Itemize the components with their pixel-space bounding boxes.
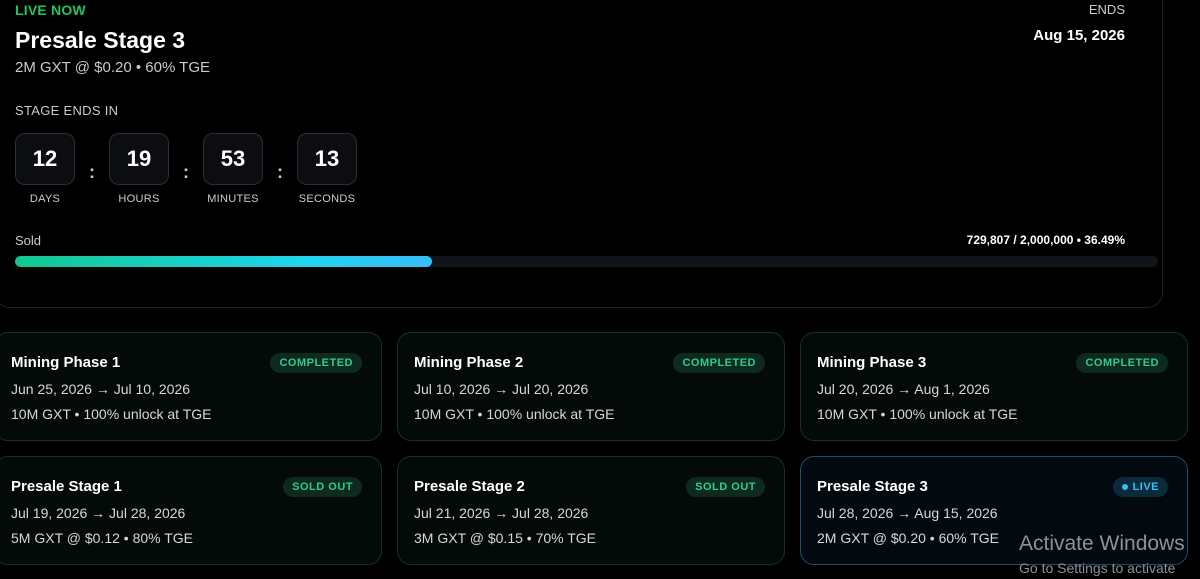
stage-card-presale-stage-3[interactable]: Presale Stage 3 LIVE Jul 28, 2026 → Aug … <box>800 456 1188 565</box>
countdown-days: 12 DAYS <box>15 133 75 205</box>
countdown-minutes-value: 53 <box>203 133 263 185</box>
stage-card-presale-stage-2[interactable]: Presale Stage 2 SOLD OUT Jul 21, 2026 → … <box>397 456 785 565</box>
stage-card-title: Presale Stage 2 <box>414 478 525 495</box>
status-badge-label: LIVE <box>1132 481 1159 493</box>
countdown-hours: 19 HOURS <box>109 133 169 205</box>
countdown-seconds-value: 13 <box>297 133 357 185</box>
live-dot-icon <box>1121 484 1128 490</box>
countdown-days-value: 12 <box>15 133 75 185</box>
stage-card-info: 10M GXT • 100% unlock at TGE <box>11 406 212 422</box>
stage-card-info: 10M GXT • 100% unlock at TGE <box>414 406 615 422</box>
status-badge: SOLD OUT <box>686 477 765 497</box>
stage-title: Presale Stage 3 <box>15 27 186 53</box>
stage-card-dates: Jul 28, 2026 → Aug 15, 2026 <box>817 505 998 521</box>
countdown-seconds-label: SECONDS <box>298 193 356 205</box>
countdown-separator: : <box>89 161 95 182</box>
status-badge-live: LIVE <box>1112 477 1168 497</box>
stage-card-dates: Jul 20, 2026 → Aug 1, 2026 <box>817 381 990 397</box>
stage-card-info: 2M GXT @ $0.20 • 60% TGE <box>817 530 1000 546</box>
presale-page: LIVE NOW Presale Stage 3 2M GXT @ $0.20 … <box>0 0 1200 579</box>
countdown-hours-value: 19 <box>109 133 169 185</box>
stage-card-dates: Jul 10, 2026 → Jul 20, 2026 <box>414 381 589 397</box>
stage-card-presale-stage-1[interactable]: Presale Stage 1 SOLD OUT Jul 19, 2026 → … <box>0 456 382 565</box>
countdown-separator: : <box>277 161 283 182</box>
stage-card-info: 5M GXT @ $0.12 • 80% TGE <box>11 530 194 546</box>
stage-card-mining-phase-1[interactable]: Mining Phase 1 COMPLETED Jun 25, 2026 → … <box>0 332 382 441</box>
sold-progress-bar <box>15 256 1158 267</box>
stage-card-mining-phase-3[interactable]: Mining Phase 3 COMPLETED Jul 20, 2026 → … <box>800 332 1188 441</box>
stage-card-info: 10M GXT • 100% unlock at TGE <box>817 406 1018 422</box>
status-badge: COMPLETED <box>673 353 765 373</box>
stage-card-title: Presale Stage 1 <box>11 478 122 495</box>
status-badge: COMPLETED <box>270 353 362 373</box>
stage-card-title: Mining Phase 2 <box>414 354 524 371</box>
stage-card-title: Mining Phase 1 <box>11 354 121 371</box>
stage-card-mining-phase-2[interactable]: Mining Phase 2 COMPLETED Jul 10, 2026 → … <box>397 332 785 441</box>
countdown-minutes: 53 MINUTES <box>203 133 263 205</box>
countdown-days-label: DAYS <box>29 193 61 205</box>
countdown-separator: : <box>183 161 189 182</box>
countdown-minutes-label: MINUTES <box>207 193 259 205</box>
ends-date: Aug 15, 2026 <box>1033 27 1125 44</box>
stage-card-dates: Jul 21, 2026 → Jul 28, 2026 <box>414 505 589 521</box>
stage-card-title: Presale Stage 3 <box>817 478 928 495</box>
sold-value: 729,807 / 2,000,000 • 36.49% <box>966 233 1125 247</box>
countdown-seconds: 13 SECONDS <box>297 133 357 205</box>
stage-card-dates: Jul 19, 2026 → Jul 28, 2026 <box>11 505 186 521</box>
current-stage-card: LIVE NOW Presale Stage 3 2M GXT @ $0.20 … <box>0 0 1163 308</box>
stage-subtitle: 2M GXT @ $0.20 • 60% TGE <box>15 59 211 76</box>
status-badge: COMPLETED <box>1076 353 1168 373</box>
stage-card-title: Mining Phase 3 <box>817 354 927 371</box>
countdown-timer: 12 DAYS : 19 HOURS : 53 MINUTES : 13 SEC… <box>15 133 357 205</box>
countdown-hours-label: HOURS <box>118 193 160 205</box>
sold-progress-fill <box>15 256 433 267</box>
sold-label: Sold <box>15 233 42 248</box>
countdown-label: STAGE ENDS IN <box>15 103 119 118</box>
stage-card-info: 3M GXT @ $0.15 • 70% TGE <box>414 530 597 546</box>
stage-card-dates: Jun 25, 2026 → Jul 10, 2026 <box>11 381 191 397</box>
ends-label: ENDS <box>1088 2 1125 17</box>
status-badge: SOLD OUT <box>283 477 362 497</box>
live-status-label: LIVE NOW <box>15 2 86 18</box>
